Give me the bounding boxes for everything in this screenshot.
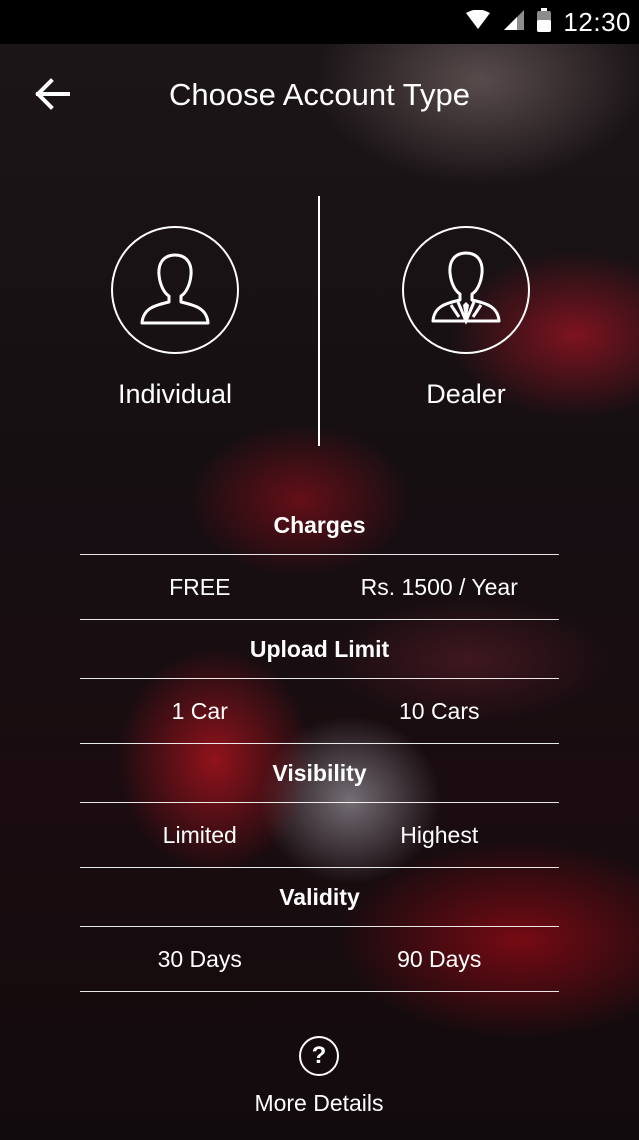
person-icon — [140, 253, 210, 325]
choice-divider — [318, 196, 320, 446]
dealer-value: 10 Cars — [398, 697, 480, 724]
table-row: 1 Car 10 Cars — [80, 679, 559, 744]
section-heading-upload-limit: Upload Limit — [80, 620, 559, 679]
individual-value: 1 Car — [171, 697, 228, 724]
comparison-table: Charges FREE Rs. 1500 / Year Upload Limi… — [80, 496, 559, 992]
individual-value: Limited — [162, 821, 237, 848]
table-row: FREE Rs. 1500 / Year — [80, 555, 559, 620]
more-details-label: More Details — [254, 1090, 384, 1116]
app-bar: Choose Account Type — [0, 44, 639, 150]
battery-icon — [537, 7, 552, 37]
section-heading-validity: Validity — [80, 868, 559, 927]
account-type-individual[interactable]: Individual — [75, 226, 275, 410]
status-time: 12:30 — [563, 6, 631, 37]
account-type-label: Dealer — [426, 379, 506, 409]
individual-value: FREE — [169, 573, 231, 600]
dealer-value: Rs. 1500 / Year — [360, 573, 518, 600]
account-type-dealer[interactable]: Dealer — [366, 226, 566, 410]
wifi-icon — [465, 9, 491, 35]
cell-signal-icon — [503, 9, 525, 36]
section-heading-charges: Charges — [80, 496, 559, 555]
account-type-label: Individual — [117, 379, 233, 409]
section-heading-visibility: Visibility — [80, 744, 559, 803]
status-icons: 12:30 — [465, 0, 631, 44]
status-bar: 12:30 — [0, 0, 639, 44]
table-row: 30 Days 90 Days — [80, 927, 559, 992]
table-row: Limited Highest — [80, 803, 559, 868]
question-icon: ? — [299, 1036, 339, 1076]
individual-avatar — [111, 226, 239, 354]
businessman-icon — [431, 251, 501, 325]
page-title: Choose Account Type — [168, 77, 471, 112]
dealer-value: Highest — [400, 821, 479, 848]
dealer-value: 90 Days — [397, 945, 482, 972]
dealer-avatar — [402, 226, 530, 354]
more-details-button[interactable]: ? More Details — [219, 1036, 419, 1117]
individual-value: 30 Days — [157, 945, 242, 972]
